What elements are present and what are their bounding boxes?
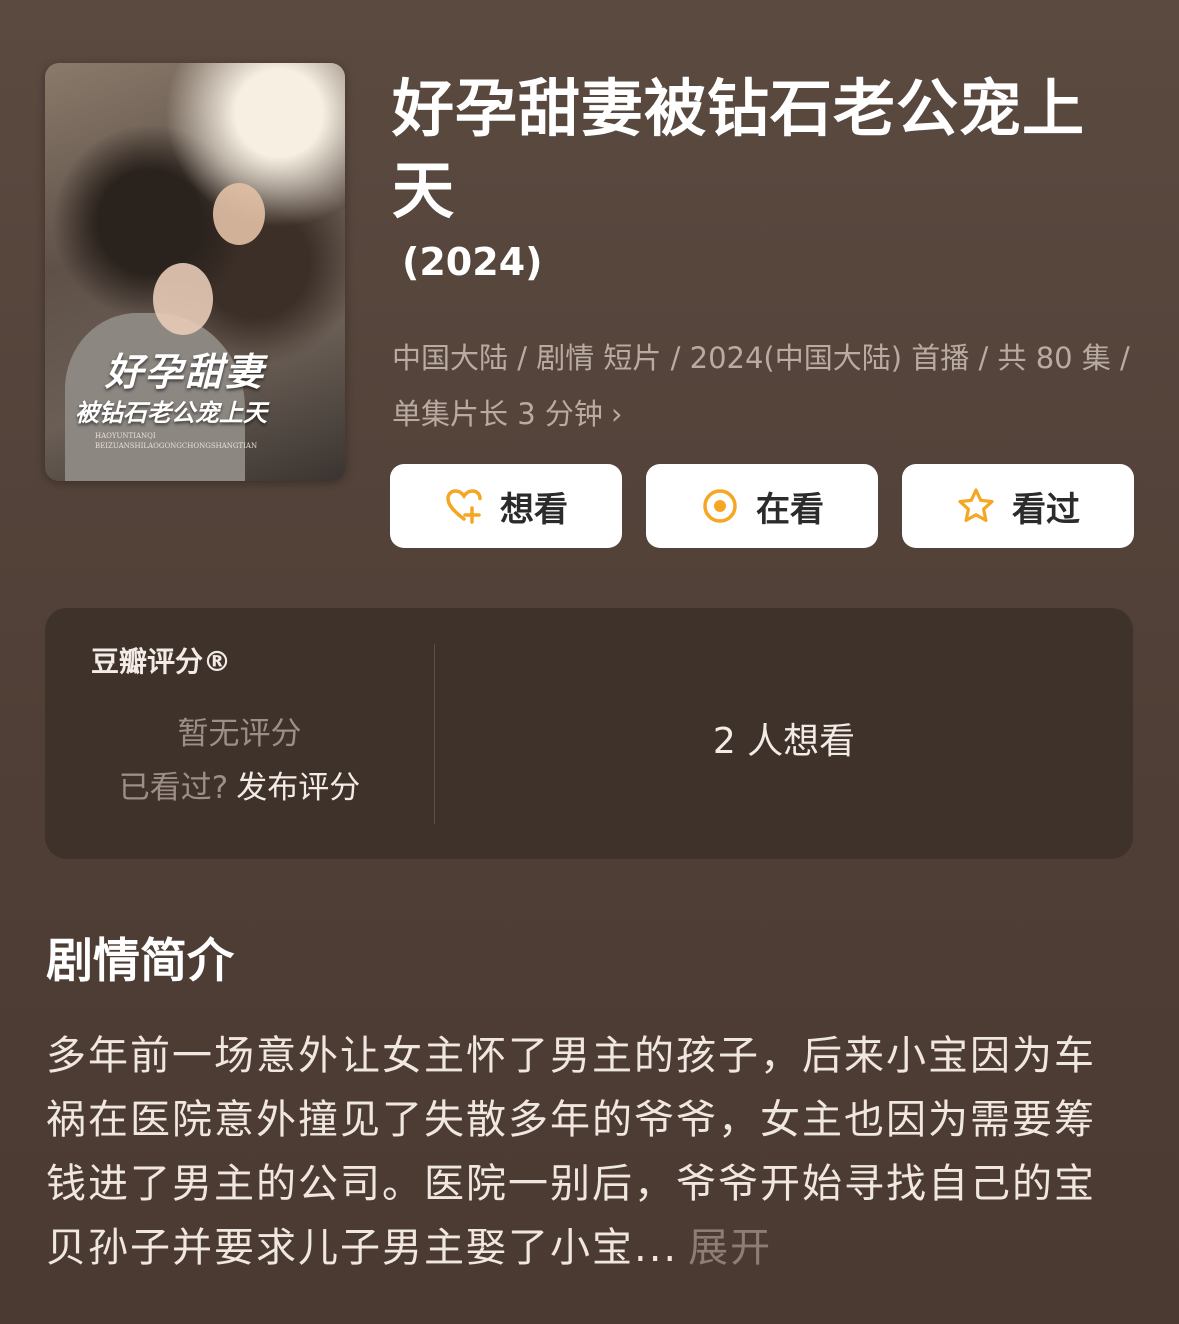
poster-figure-child [213,183,265,245]
rating-none: 暂无评分 [177,716,302,752]
poster-subtitle: HAOYUNTIANQI BEIZUANSHILAOGONGCHONGSHANG… [95,432,258,450]
page-title: 好孕甜妻被钻石老公宠上天 [392,72,1086,227]
want-count[interactable]: 2 人想看 [435,712,1133,764]
watching-button[interactable]: 在看 [646,464,878,548]
poster-image[interactable]: 好孕甜妻 被钻石老公宠上天 HAOYUNTIANQI BEIZUANSHILAO… [45,63,345,481]
synopsis-heading: 剧情简介 [46,934,234,989]
rate-link[interactable]: 发布评分 [236,770,360,806]
synopsis-text: 多年前一场意外让女主怀了男主的孩子，后来小宝因为车祸在医院意外撞见了失散多年的爷… [46,1024,1111,1280]
watched-button[interactable]: 看过 [902,464,1134,548]
watched-label: 看过 [1012,489,1080,530]
meta-text: 中国大陆 / 剧情 短片 / 2024(中国大陆) 首播 / 共 80 集 / … [392,341,1130,431]
synopsis-body: 多年前一场意外让女主怀了男主的孩子，后来小宝因为车祸在医院意外撞见了失散多年的爷… [46,1033,1096,1271]
want-button[interactable]: 想看 [390,464,622,548]
heart-plus-icon [444,486,484,526]
watching-label: 在看 [756,489,824,530]
want-label: 想看 [500,489,568,530]
expand-link[interactable]: 展开 [688,1225,772,1271]
target-icon [700,486,740,526]
seen-prompt: 已看过? [118,770,229,806]
star-icon [956,486,996,526]
poster-figure-face [153,263,213,335]
poster-title-line1: 好孕甜妻 [105,349,266,394]
rating-label: 豆瓣评分® [91,645,232,678]
meta-info[interactable]: 中国大陆 / 剧情 短片 / 2024(中国大陆) 首播 / 共 80 集 / … [392,330,1132,442]
rating-seen-row: 已看过? 发布评分 [45,762,434,807]
rating-card: 豆瓣评分® 暂无评分 已看过? 发布评分 2 人想看 [45,608,1133,859]
chevron-right-icon: › [610,397,623,431]
poster-title-line2: 被钻石老公宠上天 [75,398,267,427]
release-year: (2024) [402,240,543,284]
